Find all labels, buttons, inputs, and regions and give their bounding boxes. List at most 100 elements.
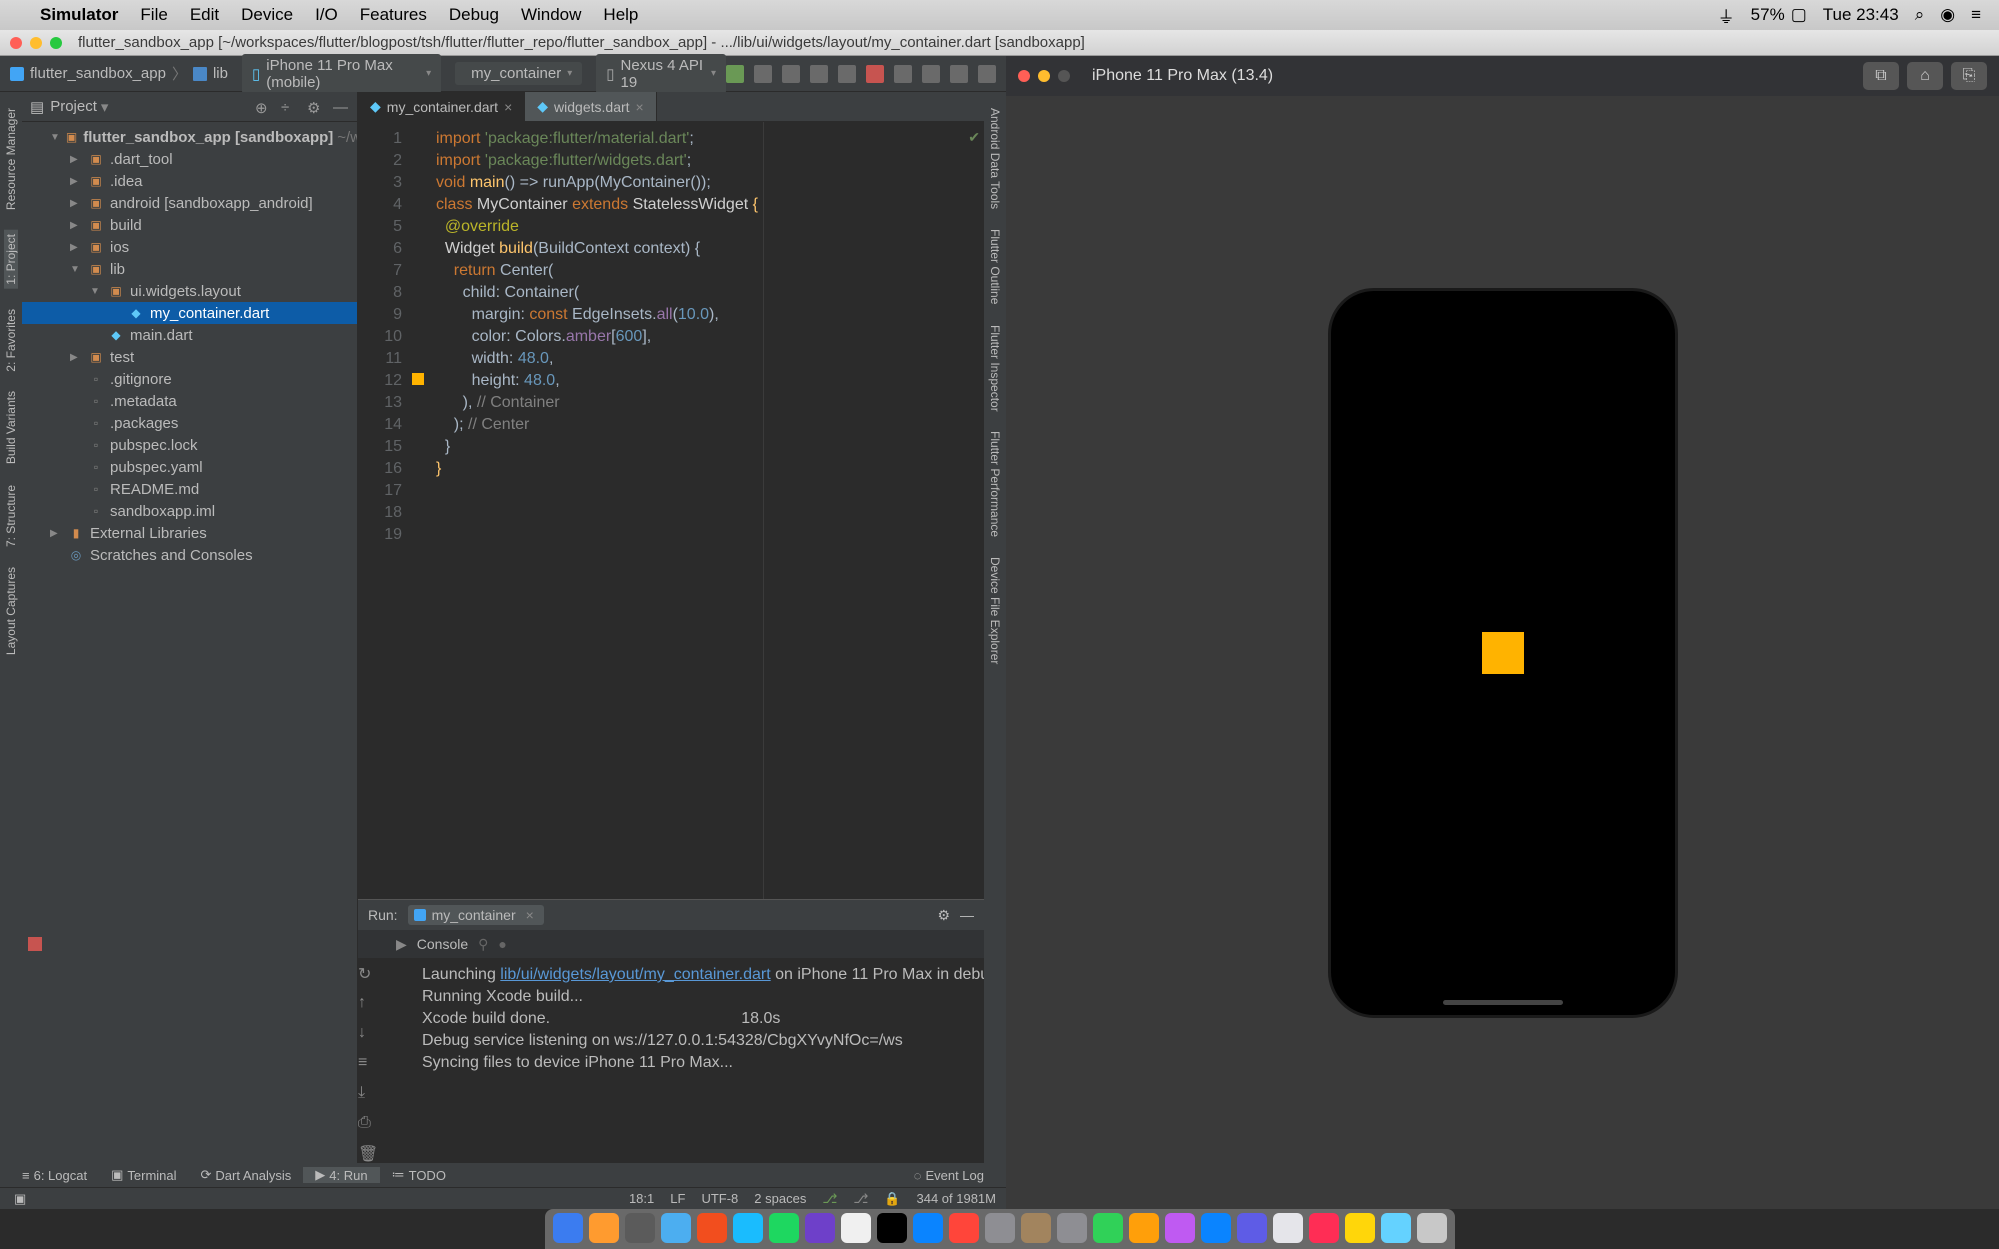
tab-todo[interactable]: ≔ TODO bbox=[380, 1167, 458, 1183]
dock-app-icon[interactable] bbox=[1237, 1213, 1267, 1243]
memory-indicator[interactable]: 344 of 1981M bbox=[916, 1191, 996, 1206]
flutter-status-icon[interactable]: ⎇ bbox=[822, 1191, 837, 1207]
menu-window[interactable]: Window bbox=[521, 5, 581, 25]
run-stop-button[interactable] bbox=[28, 937, 42, 951]
dock-app-icon[interactable] bbox=[1021, 1213, 1051, 1243]
menu-file[interactable]: File bbox=[140, 5, 167, 25]
search-everywhere-button[interactable] bbox=[978, 65, 996, 83]
battery-status[interactable]: 57% ▢ bbox=[1751, 5, 1807, 25]
tree-item[interactable]: ▶▣.idea bbox=[22, 170, 357, 192]
tree-item[interactable]: ▫pubspec.lock bbox=[22, 434, 357, 456]
wifi-icon[interactable]: ⏚ bbox=[1718, 3, 1735, 28]
run-config-selector[interactable]: my_container▾ bbox=[455, 62, 582, 85]
project-collapse-icon[interactable]: ÷ bbox=[281, 99, 297, 115]
dock-app-icon[interactable] bbox=[589, 1213, 619, 1243]
menu-edit[interactable]: Edit bbox=[190, 5, 219, 25]
avd-manager-button[interactable] bbox=[894, 65, 912, 83]
dock-app-icon[interactable] bbox=[877, 1213, 907, 1243]
tab-terminal[interactable]: ▣ Terminal bbox=[99, 1167, 188, 1183]
tree-item[interactable]: ▶▣ios bbox=[22, 236, 357, 258]
line-ending[interactable]: LF bbox=[670, 1191, 685, 1206]
tab-flutter-inspector[interactable]: Flutter Inspector bbox=[988, 325, 1002, 412]
dock-app-icon[interactable] bbox=[1273, 1213, 1303, 1243]
tree-item[interactable]: ◆main.dart bbox=[22, 324, 357, 346]
sim-home-button[interactable]: ⌂ bbox=[1907, 62, 1943, 90]
profile-button[interactable] bbox=[782, 65, 800, 83]
menu-io[interactable]: I/O bbox=[315, 5, 338, 25]
dock-app-icon[interactable] bbox=[733, 1213, 763, 1243]
editor-tab[interactable]: ◆my_container.dart× bbox=[358, 92, 525, 121]
attach-button[interactable] bbox=[838, 65, 856, 83]
project-tree[interactable]: ▼▣flutter_sandbox_app [sandboxapp] ~/wor… bbox=[22, 122, 357, 1163]
print-icon[interactable]: ⎙ bbox=[358, 1114, 376, 1132]
code-editor[interactable]: ✔ 12345678910111213141516171819 import '… bbox=[358, 122, 984, 899]
wrap-icon[interactable]: ≡ bbox=[358, 1054, 376, 1072]
dock-app-icon[interactable] bbox=[1057, 1213, 1087, 1243]
hot-reload-button[interactable] bbox=[810, 65, 828, 83]
sim-zoom-button[interactable] bbox=[1058, 70, 1070, 82]
lock-icon[interactable]: 🔒 bbox=[884, 1191, 900, 1207]
avd-selector[interactable]: ▯Nexus 4 API 19▾ bbox=[596, 54, 726, 94]
dock-app-icon[interactable] bbox=[1309, 1213, 1339, 1243]
file-encoding[interactable]: UTF-8 bbox=[701, 1191, 738, 1206]
dock-app-icon[interactable] bbox=[1093, 1213, 1123, 1243]
tree-item[interactable]: ▶▣android [sandboxapp_android] bbox=[22, 192, 357, 214]
tab-flutter-outline[interactable]: Flutter Outline bbox=[988, 229, 1002, 304]
tree-item[interactable]: ▫.packages bbox=[22, 412, 357, 434]
down-icon[interactable]: ↓ bbox=[358, 1024, 376, 1042]
dock-app-icon[interactable] bbox=[661, 1213, 691, 1243]
tab-flutter-performance[interactable]: Flutter Performance bbox=[988, 431, 1002, 537]
debug-button[interactable] bbox=[754, 65, 772, 83]
menu-list-icon[interactable]: ≡ bbox=[1971, 5, 1981, 25]
tree-item[interactable]: ▶▣build bbox=[22, 214, 357, 236]
code-content[interactable]: import 'package:flutter/material.dart';i… bbox=[430, 122, 758, 899]
git-branch-icon[interactable]: ⎇ bbox=[853, 1191, 868, 1207]
dock-app-icon[interactable] bbox=[1165, 1213, 1195, 1243]
run-button[interactable] bbox=[726, 65, 744, 83]
dock-app-icon[interactable] bbox=[949, 1213, 979, 1243]
tree-root[interactable]: ▼▣flutter_sandbox_app [sandboxapp] ~/wor… bbox=[22, 126, 357, 148]
indent-setting[interactable]: 2 spaces bbox=[754, 1191, 806, 1206]
sim-clipboard-button[interactable]: ⎘ bbox=[1951, 62, 1987, 90]
run-config-tab[interactable]: my_container× bbox=[408, 905, 544, 925]
active-app-name[interactable]: Simulator bbox=[40, 5, 118, 25]
zoom-window-button[interactable] bbox=[50, 37, 62, 49]
project-hide-icon[interactable]: — bbox=[333, 99, 349, 115]
rerun-icon[interactable]: ↻ bbox=[358, 964, 376, 982]
menu-device[interactable]: Device bbox=[241, 5, 293, 25]
device-selector[interactable]: ▯iPhone 11 Pro Max (mobile)▾ bbox=[242, 54, 441, 94]
tree-item[interactable]: ▫.gitignore bbox=[22, 368, 357, 390]
run-hide-icon[interactable]: — bbox=[960, 907, 974, 923]
tab-resource-manager[interactable]: Resource Manager bbox=[4, 108, 18, 210]
minimize-window-button[interactable] bbox=[30, 37, 42, 49]
tab-android-data-tools[interactable]: Android Data Tools bbox=[988, 108, 1002, 209]
dock-app-icon[interactable] bbox=[1345, 1213, 1375, 1243]
dock-app-icon[interactable] bbox=[985, 1213, 1015, 1243]
tree-item[interactable]: ▫.metadata bbox=[22, 390, 357, 412]
menu-features[interactable]: Features bbox=[360, 5, 427, 25]
console-tab[interactable]: Console bbox=[417, 936, 468, 952]
editor-gutter[interactable] bbox=[412, 122, 430, 899]
dock-app-icon[interactable] bbox=[1381, 1213, 1411, 1243]
sim-minimize-button[interactable] bbox=[1038, 70, 1050, 82]
dock-app-icon[interactable] bbox=[1129, 1213, 1159, 1243]
trash-icon[interactable]: 🗑 bbox=[358, 1144, 376, 1162]
breadcrumb[interactable]: flutter_sandbox_app 〉 lib bbox=[10, 63, 228, 84]
caret-position[interactable]: 18:1 bbox=[629, 1191, 654, 1206]
dock-app-icon[interactable] bbox=[553, 1213, 583, 1243]
stop-button[interactable] bbox=[866, 65, 884, 83]
simulated-phone[interactable] bbox=[1328, 288, 1678, 1018]
tree-external-libraries[interactable]: ▶▮External Libraries bbox=[22, 522, 357, 544]
tree-item[interactable]: ▫sandboxapp.iml bbox=[22, 500, 357, 522]
dock-app-icon[interactable] bbox=[913, 1213, 943, 1243]
dock-app-icon[interactable] bbox=[841, 1213, 871, 1243]
spotlight-icon[interactable]: ⌕ bbox=[1915, 5, 1925, 25]
siri-icon[interactable]: ◉ bbox=[1940, 5, 1955, 25]
clock[interactable]: Tue 23:43 bbox=[1823, 5, 1899, 25]
sim-close-button[interactable] bbox=[1018, 70, 1030, 82]
close-window-button[interactable] bbox=[10, 37, 22, 49]
dock-app-icon[interactable] bbox=[769, 1213, 799, 1243]
project-locate-icon[interactable]: ⊕ bbox=[255, 99, 271, 115]
dock-app-icon[interactable] bbox=[697, 1213, 727, 1243]
project-settings-icon[interactable]: ⚙ bbox=[307, 99, 323, 115]
